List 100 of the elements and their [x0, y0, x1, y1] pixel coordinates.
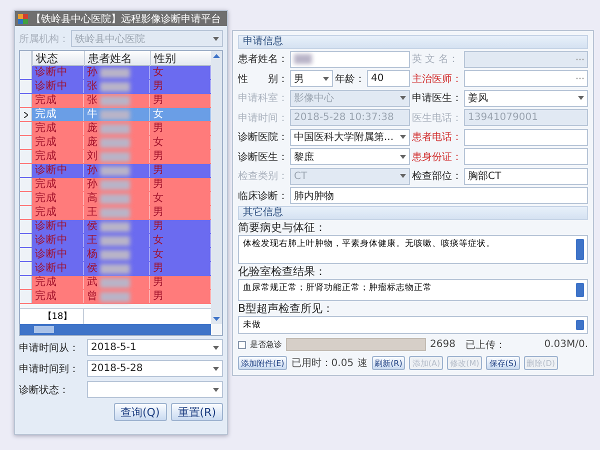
- field-label: 检查部位：: [412, 170, 462, 184]
- text-area[interactable]: 血尿常规正常；肝肾功能正常；肿瘤标志物正常: [238, 279, 588, 301]
- blurred-text: [100, 250, 130, 260]
- input-field[interactable]: 胸部CT: [464, 168, 588, 185]
- row-header[interactable]: [20, 108, 32, 121]
- dropdown-field[interactable]: [87, 381, 223, 398]
- caret-icon[interactable]: [578, 96, 584, 100]
- blurred-text: [100, 222, 130, 232]
- input-field[interactable]: 肺内肿物: [290, 187, 588, 204]
- speed-label: 速: [358, 356, 368, 370]
- sex-cell: 男: [150, 220, 211, 233]
- ellipsis-icon[interactable]: [576, 77, 584, 80]
- grid-row[interactable]: 完成 王 男: [20, 206, 211, 220]
- grid-row[interactable]: 诊断中 王 女: [20, 234, 211, 248]
- status-cell: 诊断中: [32, 220, 84, 233]
- name-cell: 王: [84, 234, 150, 247]
- blurred-text: [100, 124, 130, 134]
- caret-icon[interactable]: [400, 135, 406, 140]
- horizontal-scrollbar[interactable]: [20, 324, 211, 335]
- lookup-field[interactable]: [464, 70, 588, 88]
- dropdown-field[interactable]: 黎庶: [290, 148, 410, 166]
- name-cell: 孙: [84, 164, 150, 177]
- field-label: 诊断状态：: [19, 384, 70, 396]
- action-button[interactable]: 重置(R): [170, 403, 223, 421]
- grid-row[interactable]: 诊断中 孙 男: [20, 164, 211, 178]
- dropdown-field[interactable]: 2018-5-28: [87, 360, 223, 377]
- sex-cell: 女: [150, 136, 211, 149]
- blurred-text: [100, 96, 130, 106]
- elapsed-time: 已用时：0.05: [291, 356, 354, 370]
- attach-button[interactable]: 添加附件(E): [238, 356, 288, 370]
- field-label: 申请时间到：: [19, 362, 80, 376]
- field-label: 所属机构：: [19, 32, 69, 46]
- grid-row[interactable]: 诊断中 侯 男: [20, 220, 211, 234]
- field-label: 申请时间：: [238, 112, 288, 125]
- dropdown-field[interactable]: 中国医科大学附属第...: [290, 128, 410, 146]
- input-field[interactable]: [464, 148, 588, 166]
- grid-row[interactable]: 完成 武 男: [20, 276, 211, 290]
- input-field[interactable]: [464, 128, 588, 146]
- blurred-text: [100, 180, 130, 190]
- status-cell: 诊断中: [32, 164, 84, 177]
- vertical-scrollbar[interactable]: [211, 51, 222, 324]
- field-label: 诊断医院：: [238, 130, 288, 144]
- caret-icon[interactable]: [213, 36, 219, 40]
- name-cell: 杨: [84, 248, 150, 261]
- sex-cell: 女: [150, 248, 211, 261]
- grid-row[interactable]: 完成 高 女: [20, 192, 211, 206]
- name-cell: 侯: [84, 262, 150, 275]
- lookup-field[interactable]: [464, 50, 588, 68]
- grid-row[interactable]: 完成 张 男: [20, 94, 211, 108]
- checkbox[interactable]: [238, 340, 246, 349]
- checkbox-label: 是否急诊: [250, 339, 282, 350]
- caret-icon[interactable]: [400, 96, 406, 100]
- action-button[interactable]: 查询(Q): [114, 403, 167, 421]
- text-area[interactable]: 未做: [238, 316, 588, 334]
- grid-row[interactable]: 诊断中 杨 女: [20, 248, 211, 262]
- sex-cell: 男: [150, 262, 211, 275]
- caret-icon[interactable]: [323, 76, 329, 81]
- dropdown-field[interactable]: 姜风: [464, 90, 588, 107]
- dropdown-field[interactable]: 2018-5-1: [87, 339, 223, 356]
- caret-icon[interactable]: [400, 154, 406, 159]
- name-cell: 刘: [84, 150, 150, 163]
- blurred-text: [100, 110, 130, 120]
- action-button[interactable]: 刷新(R): [372, 356, 406, 370]
- field-label: 诊断医生：: [238, 150, 288, 164]
- blurred-text: [100, 138, 130, 148]
- dropdown-field[interactable]: 男: [290, 70, 333, 88]
- caret-icon[interactable]: [213, 346, 219, 350]
- grid-row[interactable]: 完成 曾 男: [20, 290, 211, 304]
- ellipsis-icon[interactable]: [576, 58, 584, 61]
- grid-row[interactable]: 诊断中 侯 男: [20, 262, 211, 276]
- grid-row[interactable]: 完成 牛 女: [20, 108, 211, 122]
- text-area[interactable]: 体检发现右肺上叶肿物，平素身体健康。无咳嗽、咳痰等症状。: [238, 235, 588, 264]
- field-label: 申请医生：: [412, 92, 462, 106]
- grid-row[interactable]: 完成 庞 男: [20, 122, 211, 136]
- blurred-text: [100, 236, 130, 246]
- caret-icon[interactable]: [213, 388, 219, 392]
- input-field[interactable]: [290, 50, 410, 68]
- name-cell: 张: [84, 94, 150, 107]
- grid-row[interactable]: 完成 孙 男: [20, 178, 211, 192]
- action-button[interactable]: 保存(S): [486, 356, 520, 370]
- field-label: 医生电话：: [412, 112, 462, 125]
- field-label: 申请时间从：: [19, 342, 80, 354]
- caret-icon[interactable]: [213, 366, 219, 370]
- name-cell: 高: [84, 192, 150, 205]
- grid-row[interactable]: 诊断中 张 男: [20, 80, 211, 94]
- grid-row[interactable]: 诊断中 孙 女: [20, 66, 211, 80]
- caret-icon[interactable]: [400, 174, 406, 178]
- sex-cell: 女: [150, 108, 211, 121]
- field-label: 患者姓名：: [238, 52, 288, 66]
- field-label: 检查类别：: [238, 170, 288, 184]
- blurred-text: [100, 68, 130, 78]
- grid-row[interactable]: 完成 刘 男: [20, 150, 211, 164]
- field-label: 患身份证：: [412, 150, 462, 164]
- status-cell: 诊断中: [32, 234, 84, 247]
- input-field[interactable]: 40: [367, 70, 410, 88]
- name-cell: 王: [84, 206, 150, 219]
- sex-cell: 男: [150, 122, 211, 135]
- grid-row[interactable]: 完成 庞 女: [20, 136, 211, 150]
- blurred-text: [100, 166, 130, 176]
- scroll-thumb[interactable]: [34, 326, 54, 333]
